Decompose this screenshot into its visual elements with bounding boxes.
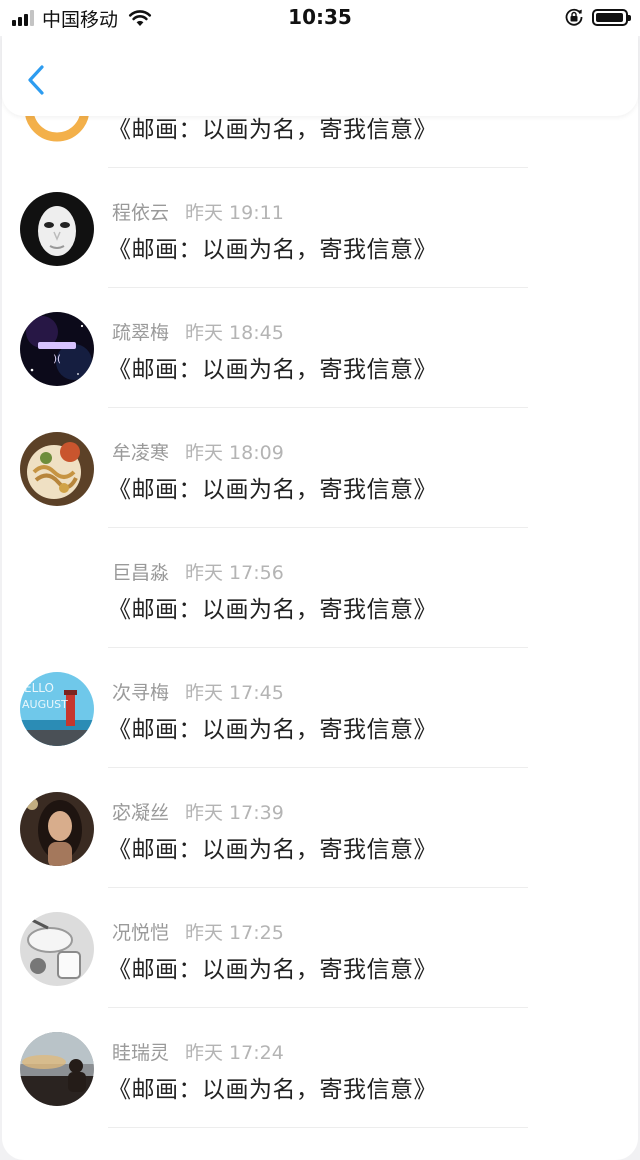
message-list-item[interactable]: 眭瑞灵 昨天 17:24 《邮画：以画为名，寄我信意》 xyxy=(2,1008,638,1128)
message-time: 昨天 18:45 xyxy=(185,322,284,344)
message-list-item[interactable]: )( 疏翠梅 昨天 18:45 《邮画：以画为名，寄我信意》 xyxy=(2,288,638,408)
sender-name: 况悦恺 xyxy=(112,922,170,944)
message-text: 《邮画：以画为名，寄我信意》 xyxy=(108,717,437,743)
pisces-galaxy-avatar[interactable]: )( xyxy=(20,312,94,386)
noodle-bowl-avatar[interactable] xyxy=(20,432,94,506)
sender-line: 宓凝丝 昨天 17:39 xyxy=(112,798,284,825)
message-list-item[interactable]: 牟凌寒 昨天 18:09 《邮画：以画为名，寄我信意》 xyxy=(2,408,638,528)
sunset-silhouette-avatar[interactable] xyxy=(20,1032,94,1106)
message-list-item[interactable]: 程依云 昨天 19:11 《邮画：以画为名，寄我信意》 xyxy=(2,168,638,288)
sender-line: 程依云 昨天 19:11 xyxy=(112,198,284,225)
message-text: 《邮画：以画为名，寄我信意》 xyxy=(108,237,437,263)
message-text: 《邮画：以画为名，寄我信意》 xyxy=(108,597,437,623)
sender-line: 次寻梅 昨天 17:45 xyxy=(112,678,284,705)
girl-portrait-avatar[interactable] xyxy=(20,792,94,866)
svg-text:)(: )( xyxy=(53,354,61,365)
message-list: 《邮画：以画为名，寄我信意》 程依云 昨天 19:11 《邮画：以画为名，寄我信意》)… xyxy=(2,0,638,1160)
message-text: 《邮画：以画为名，寄我信意》 xyxy=(108,477,437,503)
message-time: 昨天 17:25 xyxy=(185,922,284,944)
sender-name: 疏翠梅 xyxy=(112,322,170,344)
message-list-item[interactable]: 巨昌淼 昨天 17:56 《邮画：以画为名，寄我信意》 xyxy=(2,528,638,648)
sender-line: 况悦恺 昨天 17:25 xyxy=(112,918,284,945)
chevron-left-icon xyxy=(28,65,44,95)
message-list-item[interactable]: 宓凝丝 昨天 17:39 《邮画：以画为名，寄我信意》 xyxy=(2,768,638,888)
clock: 10:35 xyxy=(288,5,352,29)
svg-text:AUGUST: AUGUST xyxy=(22,698,68,711)
message-time: 昨天 17:56 xyxy=(185,562,284,584)
message-text: 《邮画：以画为名，寄我信意》 xyxy=(108,1077,437,1103)
message-list-item[interactable]: 况悦恺 昨天 17:25 《邮画：以画为名，寄我信意》 xyxy=(2,888,638,1008)
sender-line: 牟凌寒 昨天 18:09 xyxy=(112,438,284,465)
message-text: 《邮画：以画为名，寄我信意》 xyxy=(108,957,437,983)
sender-line: 疏翠梅 昨天 18:45 xyxy=(112,318,284,345)
message-text: 《邮画：以画为名，寄我信意》 xyxy=(108,357,437,383)
sender-name: 程依云 xyxy=(112,202,170,224)
sender-line: 眭瑞灵 昨天 17:24 xyxy=(112,1038,284,1065)
sender-name: 次寻梅 xyxy=(112,682,170,704)
navigation-bar xyxy=(2,36,638,116)
status-right xyxy=(564,7,631,27)
back-button[interactable] xyxy=(20,60,50,100)
monochrome-dishes-avatar[interactable] xyxy=(20,912,94,986)
message-time: 昨天 17:39 xyxy=(185,802,284,824)
message-time: 昨天 17:45 xyxy=(185,682,284,704)
message-list-item[interactable]: ELLO AUGUST 次寻梅 昨天 17:45 《邮画：以画为名，寄我信意》 xyxy=(2,648,638,768)
message-time: 昨天 19:11 xyxy=(185,202,284,224)
status-bar: 中国移动 10:35 xyxy=(0,0,640,36)
divider xyxy=(108,1127,528,1128)
sender-name: 巨昌淼 xyxy=(112,562,170,584)
svg-text:ELLO: ELLO xyxy=(24,681,54,695)
message-time: 昨天 17:24 xyxy=(185,1042,284,1064)
sender-line: 巨昌淼 昨天 17:56 xyxy=(112,558,284,585)
hello-august-lighthouse-avatar[interactable]: ELLO AUGUST xyxy=(20,672,94,746)
sender-name: 眭瑞灵 xyxy=(112,1042,170,1064)
message-text: 《邮画：以画为名，寄我信意》 xyxy=(108,837,437,863)
battery-icon xyxy=(592,8,631,26)
sender-name: 牟凌寒 xyxy=(112,442,170,464)
sender-name: 宓凝丝 xyxy=(112,802,170,824)
battery-level xyxy=(596,12,623,22)
rotation-lock-icon xyxy=(565,8,583,26)
message-time: 昨天 18:09 xyxy=(185,442,284,464)
white-mask-avatar[interactable] xyxy=(20,192,94,266)
